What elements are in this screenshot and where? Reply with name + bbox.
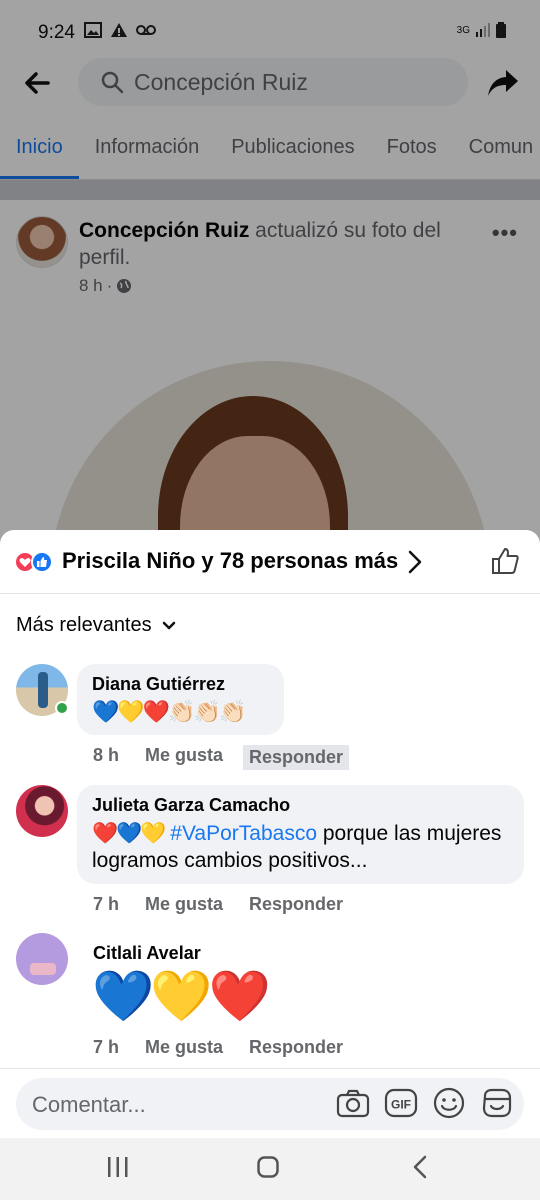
comment-time: 7 h [93,1037,120,1057]
dim-overlay[interactable] [0,0,540,560]
comment-composer: Comentar... GIF [0,1068,540,1140]
like-icon[interactable] [490,546,520,576]
avatar-graphic [30,963,56,975]
comment: Diana Gutiérrez 💙💛❤️👏🏻👏🏻👏🏻 8 h Me gusta … [0,664,540,774]
sticker-icon[interactable] [480,1086,514,1120]
recent-apps-icon[interactable] [106,1155,130,1179]
sort-dropdown[interactable]: Más relevantes [16,614,176,637]
chevron-right-icon[interactable] [404,548,426,576]
home-icon[interactable] [256,1155,280,1179]
commenter-avatar[interactable] [16,785,68,837]
comment-actions: 7 h Me gusta Responder [93,1037,369,1058]
comment-actions: 7 h Me gusta Responder [93,894,369,915]
back-icon[interactable] [409,1155,433,1179]
comment-time: 8 h [93,745,120,765]
like-button[interactable]: Me gusta [145,894,223,915]
comment-emoji: ❤️💙💛 [92,822,166,845]
avatar-figure [38,672,48,708]
reactions-bar[interactable]: Priscila Niño y 78 personas más [0,530,540,594]
reply-button[interactable]: Responder [249,894,343,915]
commenter-name[interactable]: Julieta Garza Camacho [92,795,508,816]
comment-placeholder: Comentar... [32,1092,146,1117]
comment-text: ❤️💙💛 #VaPorTabasco porque las mujeres lo… [92,820,508,874]
comment: Julieta Garza Camacho ❤️💙💛 #VaPorTabasco… [0,785,540,925]
comment-text: 💙💛❤️ [92,968,271,1024]
commenter-avatar[interactable] [16,933,68,985]
reactions-summary[interactable]: Priscila Niño y 78 personas más [62,548,398,574]
like-reaction-icon [31,551,53,573]
comment-text: 💙💛❤️👏🏻👏🏻👏🏻 [92,699,246,724]
comments-sheet: Priscila Niño y 78 personas más Más rele… [0,530,540,1140]
sort-label: Más relevantes [16,614,152,636]
comment-input[interactable]: Comentar... GIF [16,1078,524,1130]
like-button[interactable]: Me gusta [145,1037,223,1058]
gif-icon[interactable]: GIF [384,1086,418,1120]
commenter-name[interactable]: Diana Gutiérrez [92,674,268,695]
composer-icons: GIF [336,1086,514,1120]
system-navigation-bar [0,1138,540,1200]
camera-icon[interactable] [336,1086,370,1120]
comment-bubble[interactable]: Diana Gutiérrez 💙💛❤️👏🏻👏🏻👏🏻 [77,664,284,735]
hashtag-link[interactable]: #VaPorTabasco [170,822,317,845]
reaction-icons [14,551,53,573]
reply-button[interactable]: Responder [243,745,350,770]
like-button[interactable]: Me gusta [145,745,223,770]
background-page: 9:24 3G Concepción Ruiz Inicio Informaci… [0,0,540,560]
emoji-icon[interactable] [432,1086,466,1120]
chevron-down-icon [162,621,175,629]
online-indicator [55,701,69,715]
commenter-name[interactable]: Citlali Avelar [93,943,201,964]
comment-time: 7 h [93,894,120,914]
comment-actions: 8 h Me gusta Responder [93,745,375,770]
reply-button[interactable]: Responder [249,1037,343,1058]
comment-bubble[interactable]: Julieta Garza Camacho ❤️💙💛 #VaPorTabasco… [77,785,524,884]
comment: Citlali Avelar 💙💛❤️ 7 h Me gusta Respond… [0,933,540,1068]
svg-text:GIF: GIF [391,1098,411,1112]
